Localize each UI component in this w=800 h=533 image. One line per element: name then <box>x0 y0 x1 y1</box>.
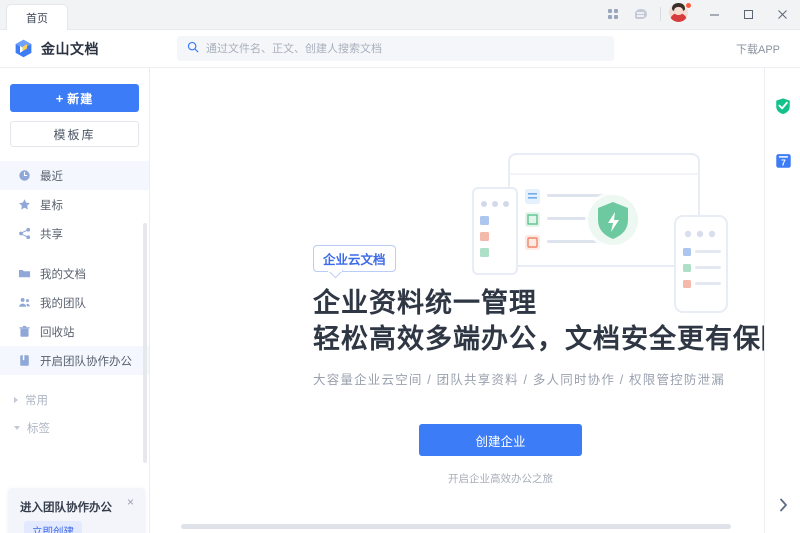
sidebar: + 新建 模板库 最近 星标 共享 我的文档 我的团队 回收站 开启团队协作办公… <box>0 68 150 533</box>
heading-line-2: 轻松高效多端办公，文档安全更有保障 <box>313 324 765 354</box>
search-box[interactable] <box>177 36 614 61</box>
sidebar-item-recent[interactable]: 最近 <box>0 161 149 190</box>
sidebar-scrollbar[interactable] <box>143 223 147 463</box>
sidebar-nav: 最近 星标 共享 我的文档 我的团队 回收站 开启团队协作办公 常用 标签 <box>0 161 149 442</box>
brand[interactable]: 金山文档 <box>0 38 150 59</box>
sidebar-item-label: 最近 <box>40 170 63 183</box>
title-bar: 首页 <box>0 0 800 30</box>
calendar-7-icon[interactable]: 7 <box>766 140 800 180</box>
sidebar-item-label: 我的文档 <box>40 268 86 281</box>
share-icon <box>18 227 31 240</box>
star-icon <box>18 198 31 211</box>
trash-icon <box>18 325 31 338</box>
team-icon <box>18 296 31 309</box>
folder-icon <box>18 267 31 280</box>
sidebar-item-label: 共享 <box>40 228 63 241</box>
new-button-label: 新建 <box>67 91 94 106</box>
tab-home[interactable]: 首页 <box>6 4 68 30</box>
kdocs-window: 首页 金山文档 通过文件名、正文、创建人搜索文档 下载APP + 新建 模板库 … <box>0 0 800 533</box>
sidebar-item-label: 星标 <box>40 199 63 212</box>
sidebar-item-shared[interactable]: 共享 <box>0 219 149 248</box>
divider <box>660 7 661 21</box>
sidebar-group-label: 标签 <box>27 423 50 435</box>
sidebar-group-tags[interactable]: 标签 <box>0 414 149 442</box>
promo-title: 进入团队协作办公 <box>20 502 112 514</box>
new-button[interactable]: + 新建 <box>10 84 139 112</box>
sidebar-item-label: 回收站 <box>40 326 75 339</box>
check-shield-icon[interactable] <box>766 86 800 126</box>
svg-text:7: 7 <box>781 157 786 167</box>
titlebar-actions <box>600 0 800 29</box>
maximize-button[interactable] <box>732 0 764 28</box>
kdocs-logo-icon <box>13 38 34 59</box>
enterprise-cloud-badge: 企业云文档 <box>313 245 396 272</box>
plus-icon: + <box>55 90 65 106</box>
chevron-right-icon <box>14 397 18 403</box>
hero-subtitle: 大容量企业云空间 / 团队共享资料 / 多人同时协作 / 权限管控防泄漏 <box>313 373 725 387</box>
right-rail: 7 <box>766 68 800 533</box>
sidebar-item-team-collaboration[interactable]: 开启团队协作办公 <box>0 346 149 375</box>
apps-grid-icon[interactable] <box>600 1 626 27</box>
tab-strip: 首页 <box>0 0 68 30</box>
tab-label: 首页 <box>26 12 48 25</box>
sidebar-group-label: 常用 <box>25 395 48 407</box>
close-button[interactable] <box>766 0 798 28</box>
page-title: 企业资料统一管理 轻松高效多端办公，文档安全更有保障 <box>313 285 765 357</box>
badge-label: 企业云文档 <box>323 253 386 267</box>
chevron-right-icon[interactable] <box>766 493 800 517</box>
book-icon <box>18 354 31 367</box>
search-input[interactable] <box>206 42 604 55</box>
sidebar-item-label: 我的团队 <box>40 297 86 310</box>
template-library-button[interactable]: 模板库 <box>10 121 139 147</box>
chat-icon[interactable] <box>628 1 654 27</box>
brand-name: 金山文档 <box>41 40 99 57</box>
main-horizontal-scrollbar[interactable] <box>181 524 731 529</box>
chevron-down-icon <box>14 426 20 430</box>
team-collaboration-promo-card: 进入团队协作办公 × 立即创建 <box>8 488 145 533</box>
sidebar-item-my-documents[interactable]: 我的文档 <box>0 259 149 288</box>
avatar[interactable] <box>669 2 692 25</box>
sidebar-item-starred[interactable]: 星标 <box>0 190 149 219</box>
clock-icon <box>18 169 31 182</box>
app-header: 金山文档 下载APP <box>0 30 800 68</box>
template-library-label: 模板库 <box>53 127 96 142</box>
minimize-button[interactable] <box>698 0 730 28</box>
main-content: 企业云文档 企业资料统一管理 轻松高效多端办公，文档安全更有保障 大容量企业云空… <box>151 68 765 533</box>
sidebar-item-trash[interactable]: 回收站 <box>0 317 149 346</box>
create-enterprise-button[interactable]: 创建企业 <box>419 424 582 456</box>
heading-line-1: 企业资料统一管理 <box>313 288 537 318</box>
close-icon[interactable]: × <box>124 495 137 509</box>
cta-label: 创建企业 <box>475 434 526 449</box>
sidebar-item-my-team[interactable]: 我的团队 <box>0 288 149 317</box>
sidebar-item-label: 开启团队协作办公 <box>40 355 132 368</box>
sidebar-group-frequent[interactable]: 常用 <box>0 386 149 414</box>
enterprise-hero: 企业云文档 企业资料统一管理 轻松高效多端办公，文档安全更有保障 大容量企业云空… <box>151 68 765 508</box>
search-icon <box>187 40 199 58</box>
cta-subtext[interactable]: 开启企业高效办公之旅 <box>419 471 582 486</box>
download-app-link[interactable]: 下载APP <box>736 41 780 57</box>
notification-dot <box>685 2 692 9</box>
